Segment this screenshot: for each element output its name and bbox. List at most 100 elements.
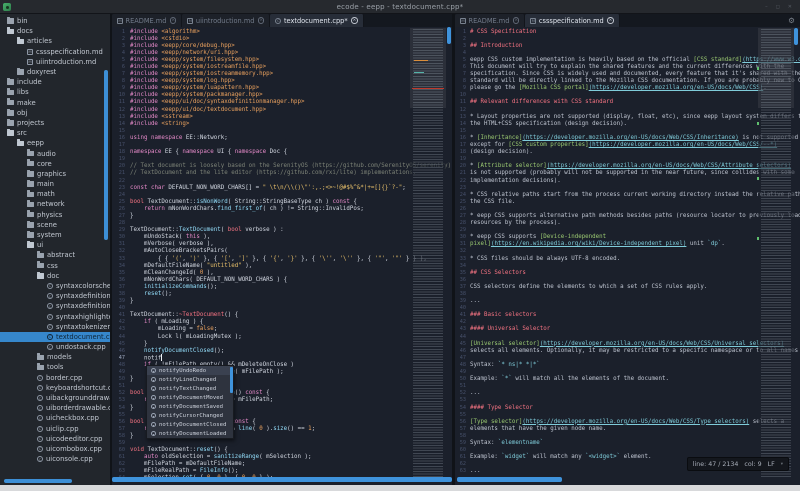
code-line[interactable]: 6This document will try to explain the s… <box>455 63 800 70</box>
column-indicator[interactable]: col: 9 <box>744 461 761 468</box>
tree-item-ui[interactable]: ui <box>0 240 110 250</box>
code-line[interactable]: 9#include <eepp/system/luapattern.hpp> <box>112 85 452 92</box>
tree-item-src[interactable]: src <box>0 128 110 138</box>
code-line[interactable]: 39... <box>455 298 800 305</box>
autocomplete-item[interactable]: notifyDocumentSaved <box>147 402 233 411</box>
code-line[interactable]: 2#include <cstdio> <box>112 35 452 42</box>
tree-item-uiintroduction.md[interactable]: Muiintroduction.md <box>0 57 110 67</box>
autocomplete-item[interactable]: notifyUndoRedo <box>147 366 233 375</box>
code-line[interactable]: 1#include <algorithm> <box>112 28 452 35</box>
autocomplete-item[interactable]: notifyDocumentLoaded <box>147 429 233 438</box>
tree-item-make[interactable]: make <box>0 98 110 108</box>
tree-item-include[interactable]: include <box>0 77 110 87</box>
autocomplete-item[interactable]: notifyDocumentClosed <box>147 420 233 429</box>
tab-close-icon[interactable]: × <box>351 17 358 24</box>
code-line[interactable]: 14#include <string> <box>112 120 452 127</box>
code-line[interactable]: 47 notif <box>112 354 452 361</box>
tree-item-math[interactable]: math <box>0 189 110 199</box>
code-line[interactable]: 60 <box>455 447 800 454</box>
code-line[interactable]: 23 <box>455 184 800 191</box>
code-line[interactable]: 15 <box>455 127 800 134</box>
code-line[interactable]: 27* eepp CSS supports alternative path m… <box>455 212 800 219</box>
code-line[interactable]: 51 <box>455 383 800 390</box>
code-line[interactable]: 25the CSS file. <box>455 198 800 205</box>
code-line[interactable]: 40 <box>112 305 452 312</box>
tree-item-network[interactable]: network <box>0 199 110 209</box>
tree-item-tools[interactable]: tools <box>0 362 110 372</box>
code-line[interactable]: 4#include <eepp/network/uri.hpp> <box>112 49 452 56</box>
code-line[interactable]: 34 mDefaultFileName( "untitled" ), <box>112 262 452 269</box>
code-line[interactable]: 57elements that have the given node name… <box>455 425 800 432</box>
tree-item-border.cpp[interactable]: Cborder.cpp <box>0 373 110 383</box>
tree-item-core[interactable]: core <box>0 159 110 169</box>
tree-item-syntaxcolorscheme.cpp[interactable]: Csyntaxcolorscheme.cpp <box>0 281 110 291</box>
tree-horizontal-scrollbar[interactable] <box>4 479 72 483</box>
tab-close-icon[interactable]: × <box>258 17 265 24</box>
code-line[interactable]: 43#### Universal Selector <box>455 326 800 333</box>
tree-item-keyboardshortcut.cpp[interactable]: Ckeyboardshortcut.cpp <box>0 383 110 393</box>
tree-item-projects[interactable]: projects <box>0 118 110 128</box>
tree-item-articles[interactable]: articles <box>0 36 110 46</box>
tree-item-uicheckbox.cpp[interactable]: Cuicheckbox.cpp <box>0 413 110 423</box>
close-icon[interactable]: ✕ <box>788 5 792 10</box>
tree-item-uiclip.cpp[interactable]: Cuiclip.cpp <box>0 424 110 434</box>
code-line[interactable]: 26 return mNonWordChars.find_first_of( c… <box>112 205 452 212</box>
code-line[interactable]: 3#include <eepp/core/debug.hpp> <box>112 42 452 49</box>
code-line[interactable]: 49 <box>455 369 800 376</box>
code-line[interactable]: 33 { { '(', ')' }, { '[', ']' }, { '{', … <box>112 255 452 262</box>
code-line[interactable]: 31 mVerbose( verbose ), <box>112 241 452 248</box>
code-line[interactable]: 38 <box>455 290 800 297</box>
minimap-viewport[interactable] <box>410 28 446 108</box>
code-line[interactable]: 27} <box>112 212 452 219</box>
tree-item-bin[interactable]: bin <box>0 16 110 26</box>
code-line[interactable]: 25bool TextDocument::isNonWord( String::… <box>112 198 452 205</box>
code-line[interactable]: 61 auto oldSelection = sanitizeRange( mS… <box>112 454 452 461</box>
code-line[interactable]: 55 <box>455 411 800 418</box>
code-line[interactable]: 13* Layout properties are not supported … <box>455 113 800 120</box>
code-line[interactable]: 42 <box>455 319 800 326</box>
code-line[interactable]: 8standard will be directly linked to the… <box>455 78 800 85</box>
tree-item-docs[interactable]: docs <box>0 26 110 36</box>
markdown-minimap[interactable] <box>758 27 794 479</box>
code-line[interactable]: 6#include <eepp/system/iostreamfile.hpp> <box>112 63 452 70</box>
code-line[interactable]: 21// TextDocument and the lite editor (h… <box>112 170 452 177</box>
tree-item-uicombobox.cpp[interactable]: Cuicombobox.cpp <box>0 444 110 454</box>
code-line[interactable]: 17 <box>112 142 452 149</box>
code-line[interactable]: 42 if ( mLoading ) { <box>112 319 452 326</box>
code-line[interactable]: 14the HTML+CSS specification (design dec… <box>455 120 800 127</box>
code-line[interactable]: 34 <box>455 262 800 269</box>
tab-close-icon[interactable]: × <box>513 17 520 24</box>
code-line[interactable]: 3## Introduction <box>455 42 800 49</box>
code-line[interactable]: 39} <box>112 298 452 305</box>
line-indicator[interactable]: line: 47 / 2134 <box>693 461 739 468</box>
code-line[interactable]: 10 <box>455 92 800 99</box>
code-line[interactable]: 35 mCleanChangeId( 0 ), <box>112 269 452 276</box>
code-line[interactable]: 46 notifyDocumentClosed(); <box>112 347 452 354</box>
code-line[interactable]: 54#### Type Selector <box>455 404 800 411</box>
code-line[interactable]: 16* [Inheritance](https://developer.mozi… <box>455 134 800 141</box>
tree-item-eepp[interactable]: eepp <box>0 138 110 148</box>
code-line[interactable]: 28 <box>112 220 452 227</box>
code-minimap[interactable] <box>410 27 446 479</box>
code-line[interactable]: 53 <box>455 397 800 404</box>
code-line[interactable]: 12 <box>455 106 800 113</box>
code-line[interactable]: 60void TextDocument::reset() { <box>112 447 452 454</box>
code-line[interactable]: 59 <box>112 439 452 446</box>
code-line[interactable]: 11#include <eepp/ui/doc/syntaxdefinition… <box>112 99 452 106</box>
tree-item-syntaxdefinition.cpp[interactable]: Csyntaxdefinition.cpp <box>0 291 110 301</box>
tree-item-audio[interactable]: audio <box>0 148 110 158</box>
minimap-viewport[interactable] <box>758 28 794 108</box>
code-line[interactable]: 29 <box>455 227 800 234</box>
code-line[interactable]: 7#include <eepp/system/iostreammemory.hp… <box>112 71 452 78</box>
code-line[interactable]: 18(design decision). <box>455 149 800 156</box>
code-line[interactable]: 7specification. Since CSS is widely used… <box>455 71 800 78</box>
tree-item-models[interactable]: models <box>0 352 110 362</box>
tab-close-icon[interactable]: × <box>607 17 614 24</box>
code-line[interactable]: 40 <box>455 305 800 312</box>
markdown-editor[interactable]: 1# CSS Specification23## Introduction45e… <box>455 27 800 485</box>
autocomplete-item[interactable]: notifyLineChanged <box>147 375 233 384</box>
code-line[interactable]: 59Syntax: `elementname` <box>455 439 800 446</box>
code-line[interactable]: 45 } <box>112 340 452 347</box>
autocomplete-item[interactable]: notifyTextChanged <box>147 384 233 393</box>
code-line[interactable]: 46selects all elements. Optionally, it m… <box>455 347 800 354</box>
